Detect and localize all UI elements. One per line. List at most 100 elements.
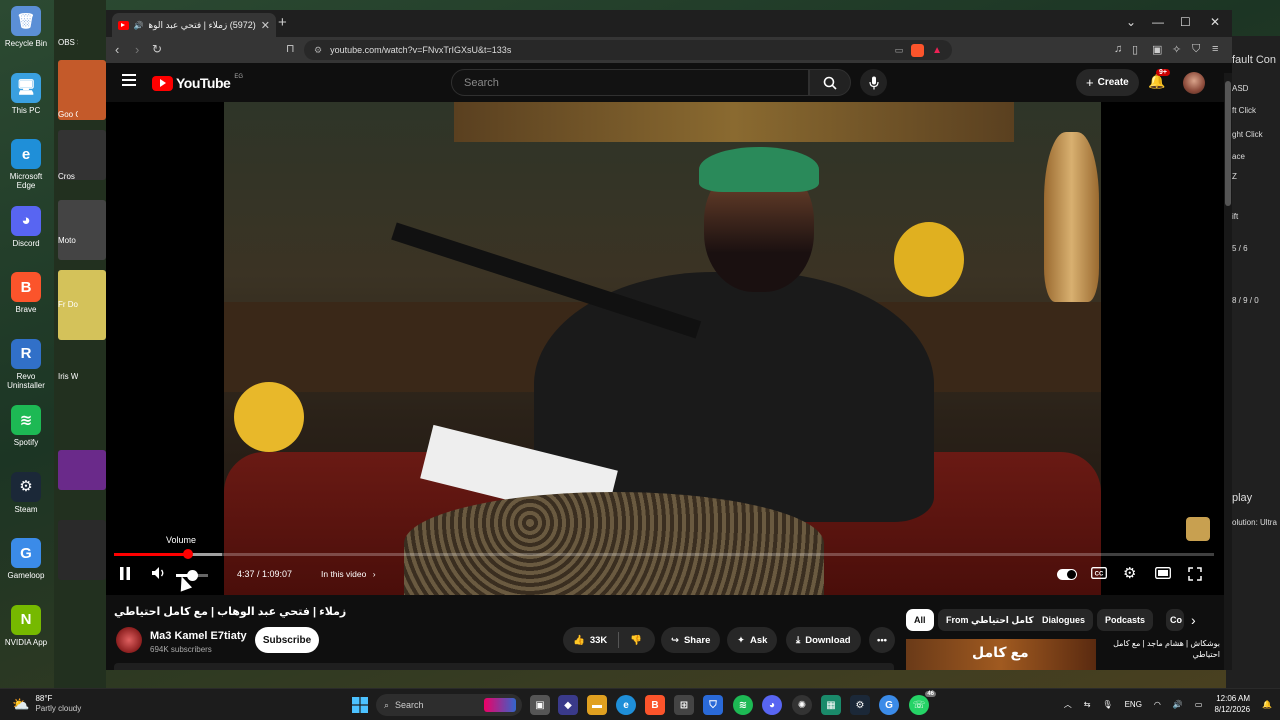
new-tab-plus-icon[interactable]: + [278, 14, 287, 31]
recommendation-thumbnail[interactable]: مع كامل [906, 639, 1096, 670]
chip-podcasts[interactable]: Podcasts [1097, 609, 1154, 631]
progress-scrubber[interactable] [182, 549, 193, 559]
minimize-icon[interactable]: — [1152, 15, 1164, 29]
file-explorer-icon[interactable]: ▬ [587, 695, 607, 715]
download-button[interactable]: ⤓ Download [786, 627, 861, 653]
sidebar-icon[interactable]: ▯ [1132, 43, 1138, 56]
settings-button[interactable]: ⚙ [1123, 564, 1136, 582]
autoplay-toggle[interactable] [1057, 569, 1077, 580]
close-window-icon[interactable]: ✕ [1210, 15, 1220, 29]
start-button[interactable] [350, 695, 370, 715]
create-button[interactable]: + Create [1076, 69, 1139, 96]
wifi-icon[interactable]: ◠ [1154, 700, 1161, 709]
steam-taskbar-icon[interactable]: ⚙ [850, 695, 870, 715]
gameloop-taskbar-icon[interactable]: G [879, 695, 899, 715]
app-icon[interactable]: ▦ [821, 695, 841, 715]
desktop-icon[interactable]: 🗑 Recycle Bin [2, 6, 50, 48]
chip-all[interactable]: All [906, 609, 934, 631]
address-bar[interactable]: ⚙ youtube.com/watch?v=FNvxTrIGXsU&t=133s… [304, 40, 952, 60]
ask-button[interactable]: ✦ Ask [727, 627, 778, 653]
cast-icon[interactable]: ▭ [895, 45, 904, 56]
brave-taskbar-icon[interactable]: B [645, 695, 665, 715]
site-info-icon[interactable]: ⚙ [314, 45, 322, 56]
like-button[interactable]: 👍 33K [573, 635, 607, 646]
desktop-icon[interactable]: B Brave [2, 272, 50, 314]
progress-bar[interactable] [114, 549, 1214, 559]
weather-widget[interactable]: ⛅ 88°F Partly cloudy [12, 694, 81, 714]
network-icon[interactable]: ⇆ [1084, 700, 1091, 709]
page-scrollbar[interactable] [1224, 73, 1232, 670]
microphone-tray-icon[interactable]: 🎙 [1102, 700, 1112, 709]
chip-dialogues[interactable]: Dialogues [1034, 609, 1094, 631]
mute-button[interactable] [151, 566, 167, 580]
store-icon[interactable]: ⊞ [674, 695, 694, 715]
brave-rewards-icon[interactable]: ▲ [932, 45, 942, 56]
subscribe-button[interactable]: Subscribe [255, 627, 319, 653]
copilot-icon[interactable]: ◆ [558, 695, 578, 715]
more-actions-button[interactable]: ••• [869, 627, 895, 653]
pause-button[interactable] [119, 567, 131, 580]
account-avatar[interactable] [1183, 72, 1205, 94]
chatgpt-icon[interactable]: ✺ [792, 695, 812, 715]
partial-desktop-icon-label[interactable]: Iris Web [58, 372, 78, 381]
back-icon[interactable]: ‹ [115, 42, 119, 57]
channel-avatar[interactable] [116, 627, 142, 653]
discord-taskbar-icon[interactable]: ◕ [762, 695, 782, 715]
partial-desktop-icon-label[interactable]: Moto MotoC [58, 236, 78, 245]
desktop-icon[interactable]: ⚙ Steam [2, 471, 50, 514]
share-button[interactable]: ↪ Share [661, 627, 721, 653]
tray-overflow-icon[interactable]: ︿ [1064, 699, 1072, 710]
brave-shield-icon[interactable] [911, 43, 925, 57]
desktop-icon[interactable]: ≋ Spotify [2, 405, 50, 447]
menu-icon[interactable]: ≡ [1212, 43, 1218, 55]
media-icon[interactable]: ♫ [1114, 43, 1122, 55]
desktop-icon[interactable]: N NVIDIA App [2, 604, 50, 647]
defender-icon[interactable]: ⛉ [703, 695, 723, 715]
taskbar-search[interactable]: ⌕ Search [376, 694, 522, 716]
maximize-icon[interactable]: ☐ [1180, 15, 1191, 29]
leo-ai-icon[interactable]: ✧ [1172, 43, 1181, 56]
partial-desktop-icon-label[interactable]: Fr Dow [58, 300, 78, 309]
desktop-icon[interactable]: R Revo Uninstaller [2, 338, 50, 390]
chapters-button[interactable]: In this video › [321, 569, 376, 579]
search-input[interactable]: Search [451, 69, 809, 96]
whatsapp-icon[interactable]: ☏ 46 [909, 691, 936, 715]
notification-center-icon[interactable]: 🔔 [1262, 700, 1272, 709]
language-indicator[interactable]: ENG [1125, 700, 1142, 709]
fullscreen-button[interactable] [1188, 567, 1202, 581]
video-frame[interactable] [224, 102, 1101, 595]
desktop-icon[interactable]: G Gameloop [2, 538, 50, 580]
youtube-logo[interactable]: YouTube EG [152, 74, 243, 91]
notifications-button[interactable]: 🔔 9+ [1148, 69, 1170, 90]
task-view-icon[interactable]: ▣ [530, 695, 550, 715]
hamburger-menu-icon[interactable] [122, 74, 136, 89]
channel-watermark[interactable] [1186, 517, 1210, 541]
desktop-icon[interactable]: e Microsoft Edge [2, 139, 50, 190]
partial-desktop-icon-label[interactable]: OBS S [58, 38, 78, 47]
video-player[interactable]: Volume 4:37 / 1:09:07 In this video › CC… [106, 102, 1224, 595]
chips-next-icon[interactable]: › [1191, 612, 1196, 628]
dislike-button[interactable]: 👎 [630, 635, 642, 646]
wallet-icon[interactable]: ▣ [1152, 43, 1162, 56]
edge-icon[interactable]: e [616, 695, 636, 715]
voice-search-button[interactable] [860, 69, 887, 96]
spotify-taskbar-icon[interactable]: ≋ [733, 695, 753, 715]
tab-youtube[interactable]: 🔊 (5972) زملاء | فتحي عبد الوهاب ✕ [112, 13, 276, 37]
partial-desktop-icon-label[interactable]: Goo Chro [58, 110, 78, 119]
clock[interactable]: 12:06 AM 8/12/2026 [1214, 693, 1250, 715]
speaker-icon[interactable]: 🔊 [1173, 700, 1183, 709]
channel-name[interactable]: Ma3 Kamel E7tiaty [150, 630, 247, 642]
battery-icon[interactable]: ▭ [1195, 700, 1203, 709]
vpn-icon[interactable]: ⛉ [1192, 43, 1200, 56]
desktop-icon[interactable]: ◕ Discord [2, 205, 50, 248]
search-button[interactable] [809, 69, 851, 96]
recommendation-title[interactable]: بوشكاش | هشام ماجد | مع كامل احتياطي [1102, 638, 1220, 660]
scrollbar-thumb[interactable] [1225, 81, 1231, 206]
close-tab-icon[interactable]: ✕ [261, 19, 270, 32]
theater-mode-button[interactable] [1155, 567, 1171, 579]
desktop-icon[interactable]: 🖥 This PC [2, 72, 50, 115]
reload-icon[interactable]: ↻ [152, 42, 162, 56]
forward-icon[interactable]: › [135, 42, 139, 57]
audio-playing-icon[interactable]: 🔊 [134, 21, 144, 30]
tab-search-chevron-icon[interactable]: ⌄ [1126, 15, 1136, 29]
